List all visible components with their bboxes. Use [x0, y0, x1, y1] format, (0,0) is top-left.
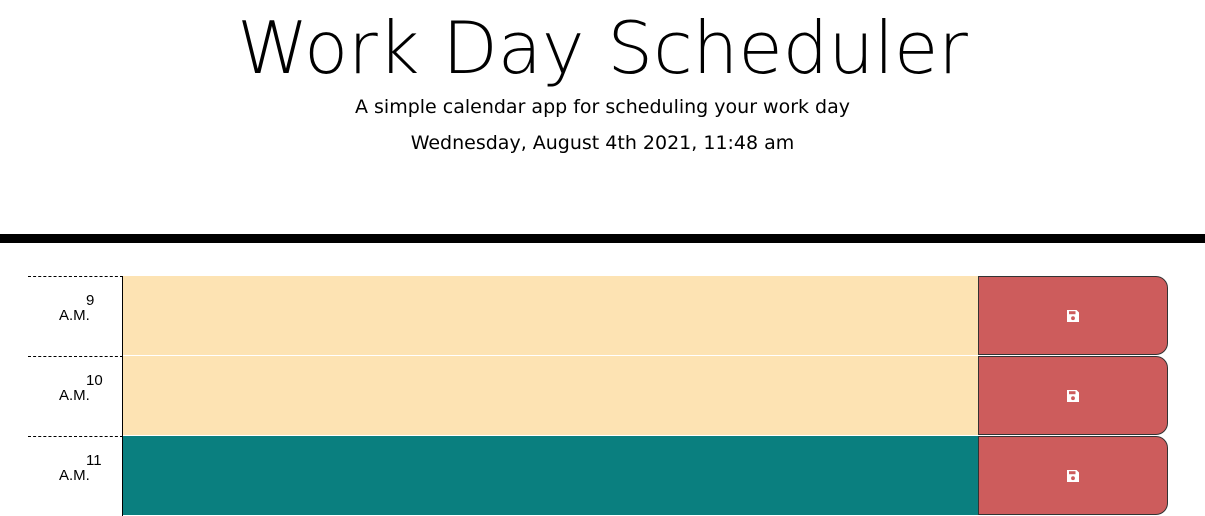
page-subtitle: A simple calendar app for scheduling you…: [354, 96, 851, 118]
floppy-disk-icon: [1067, 389, 1079, 402]
save-button[interactable]: [978, 356, 1168, 435]
timeblock-list: 9 A.M. 10 A.M. 11 A.M.: [28, 276, 1168, 516]
hour-meridiem: A.M.: [59, 387, 90, 404]
event-description-input[interactable]: [123, 436, 978, 516]
event-description-input[interactable]: [123, 276, 978, 356]
floppy-disk-icon: [1067, 469, 1079, 482]
event-description-input[interactable]: [123, 356, 978, 436]
page-header: Work Day Scheduler A simple calendar app…: [0, 0, 1205, 234]
timeblock-row: 10 A.M.: [28, 356, 1168, 436]
timeblock-row: 9 A.M.: [28, 276, 1168, 356]
timeblock-row: 11 A.M.: [28, 436, 1168, 516]
page-title: Work Day Scheduler: [237, 6, 968, 90]
current-day: Wednesday, August 4th 2021, 11:48 am: [410, 132, 795, 154]
hour-label: 11 A.M.: [28, 436, 123, 516]
hour-meridiem: A.M.: [59, 307, 90, 324]
hour-label: 10 A.M.: [28, 356, 123, 436]
hour-label: 9 A.M.: [28, 276, 123, 356]
hour-meridiem: A.M.: [59, 467, 90, 484]
save-button[interactable]: [978, 436, 1168, 515]
floppy-disk-icon: [1067, 309, 1079, 322]
save-button[interactable]: [978, 276, 1168, 355]
header-divider: [0, 234, 1205, 243]
